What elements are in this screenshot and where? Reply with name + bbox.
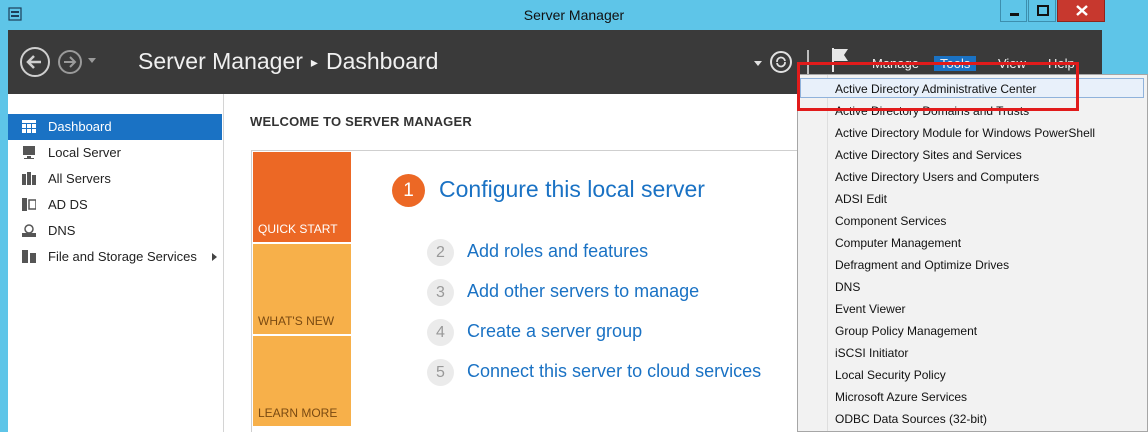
step-link-add-roles[interactable]: Add roles and features xyxy=(467,241,648,262)
menu-item-ad-users-computers[interactable]: Active Directory Users and Computers xyxy=(835,170,1039,184)
menu-item-group-policy[interactable]: Group Policy Management xyxy=(835,324,977,338)
menu-item-ad-powershell[interactable]: Active Directory Module for Windows Powe… xyxy=(835,126,1095,140)
menu-item-odbc-32[interactable]: ODBC Data Sources (32-bit) xyxy=(835,412,987,426)
tile-label: WHAT'S NEW xyxy=(258,314,335,328)
breadcrumb-root[interactable]: Server Manager xyxy=(138,48,303,74)
menu-item-ad-sites[interactable]: Active Directory Sites and Services xyxy=(835,148,1022,162)
menu-item-dns[interactable]: DNS xyxy=(835,280,860,294)
menu-item-component-services[interactable]: Component Services xyxy=(835,214,946,228)
step-number-badge: 4 xyxy=(427,319,454,346)
menu-item-event-viewer[interactable]: Event Viewer xyxy=(835,302,905,316)
history-dropdown-icon[interactable] xyxy=(88,58,96,63)
back-button[interactable] xyxy=(20,47,50,77)
menu-item-computer-management[interactable]: Computer Management xyxy=(835,236,961,250)
menu-item-iscsi[interactable]: iSCSI Initiator xyxy=(835,346,908,360)
window-title: Server Manager xyxy=(523,7,625,23)
sidebar-item-label: AD DS xyxy=(48,197,88,212)
tile-label: LEARN MORE xyxy=(258,406,338,420)
dns-icon xyxy=(22,224,36,237)
menu-item-azure-services[interactable]: Microsoft Azure Services xyxy=(835,390,967,404)
ad-ds-icon xyxy=(22,198,36,211)
step-link-create-group[interactable]: Create a server group xyxy=(467,321,642,342)
forward-button[interactable] xyxy=(58,50,82,74)
close-button[interactable] xyxy=(1057,0,1105,22)
back-arrow-icon xyxy=(26,55,41,69)
server-icon xyxy=(23,146,35,159)
tools-dropdown-menu: Active Directory Administrative Center A… xyxy=(797,74,1148,432)
menu-item-local-security-policy[interactable]: Local Security Policy xyxy=(835,368,946,382)
forward-arrow-icon xyxy=(64,56,77,68)
refresh-icon xyxy=(776,56,786,68)
sidebar-item-dashboard[interactable]: Dashboard xyxy=(8,114,222,140)
sidebar-item-all-servers[interactable]: All Servers xyxy=(8,166,222,192)
servers-icon xyxy=(22,172,36,185)
tile-quick-start[interactable]: QUICK START xyxy=(253,152,351,242)
sidebar-item-label: Local Server xyxy=(48,145,121,160)
sidebar-item-label: Dashboard xyxy=(48,119,112,134)
breadcrumb-separator-icon: ▸ xyxy=(310,54,318,71)
refresh-button[interactable] xyxy=(770,51,792,73)
breadcrumb: Server Manager ▸ Dashboard xyxy=(138,48,438,75)
sidebar-item-label: DNS xyxy=(48,223,76,238)
step-number-badge: 3 xyxy=(427,279,454,306)
step-link-cloud-services[interactable]: Connect this server to cloud services xyxy=(467,361,761,382)
expand-arrow-icon[interactable] xyxy=(212,253,217,261)
dashboard-icon xyxy=(22,120,36,133)
tile-learn-more[interactable]: LEARN MORE xyxy=(253,336,351,426)
step-number-badge: 1 xyxy=(392,174,425,207)
annotation-highlight-box xyxy=(797,62,1079,111)
sidebar-item-local-server[interactable]: Local Server xyxy=(8,140,222,166)
minimize-button[interactable] xyxy=(1000,0,1027,22)
step-number-badge: 5 xyxy=(427,359,454,386)
step-number-badge: 2 xyxy=(427,239,454,266)
file-storage-icon xyxy=(22,250,36,263)
step-link-add-servers[interactable]: Add other servers to manage xyxy=(467,281,699,302)
welcome-heading: WELCOME TO SERVER MANAGER xyxy=(250,114,472,129)
sidebar-item-label: All Servers xyxy=(48,171,111,186)
minimize-icon xyxy=(1010,13,1019,16)
sidebar-item-label: File and Storage Services xyxy=(48,249,197,264)
breadcrumb-current: Dashboard xyxy=(325,48,439,74)
refresh-dropdown-icon[interactable] xyxy=(754,61,762,66)
menu-icon-strip xyxy=(798,75,828,431)
maximize-button[interactable] xyxy=(1028,0,1056,22)
sidebar-item-file-storage[interactable]: File and Storage Services xyxy=(8,244,222,270)
step-link-configure-local-server[interactable]: Configure this local server xyxy=(439,176,705,203)
close-icon xyxy=(1076,5,1088,16)
menu-item-defragment[interactable]: Defragment and Optimize Drives xyxy=(835,258,1009,272)
tile-label: QUICK START xyxy=(258,222,338,236)
sidebar: Dashboard Local Server All Servers AD DS… xyxy=(8,94,224,432)
sidebar-item-dns[interactable]: DNS xyxy=(8,218,222,244)
welcome-panel: QUICK START WHAT'S NEW LEARN MORE 1 Conf… xyxy=(251,150,811,432)
maximize-icon xyxy=(1037,5,1049,16)
window-titlebar: Server Manager xyxy=(0,0,1148,30)
sidebar-item-ad-ds[interactable]: AD DS xyxy=(8,192,222,218)
tile-whats-new[interactable]: WHAT'S NEW xyxy=(253,244,351,334)
menu-item-adsi-edit[interactable]: ADSI Edit xyxy=(835,192,887,206)
